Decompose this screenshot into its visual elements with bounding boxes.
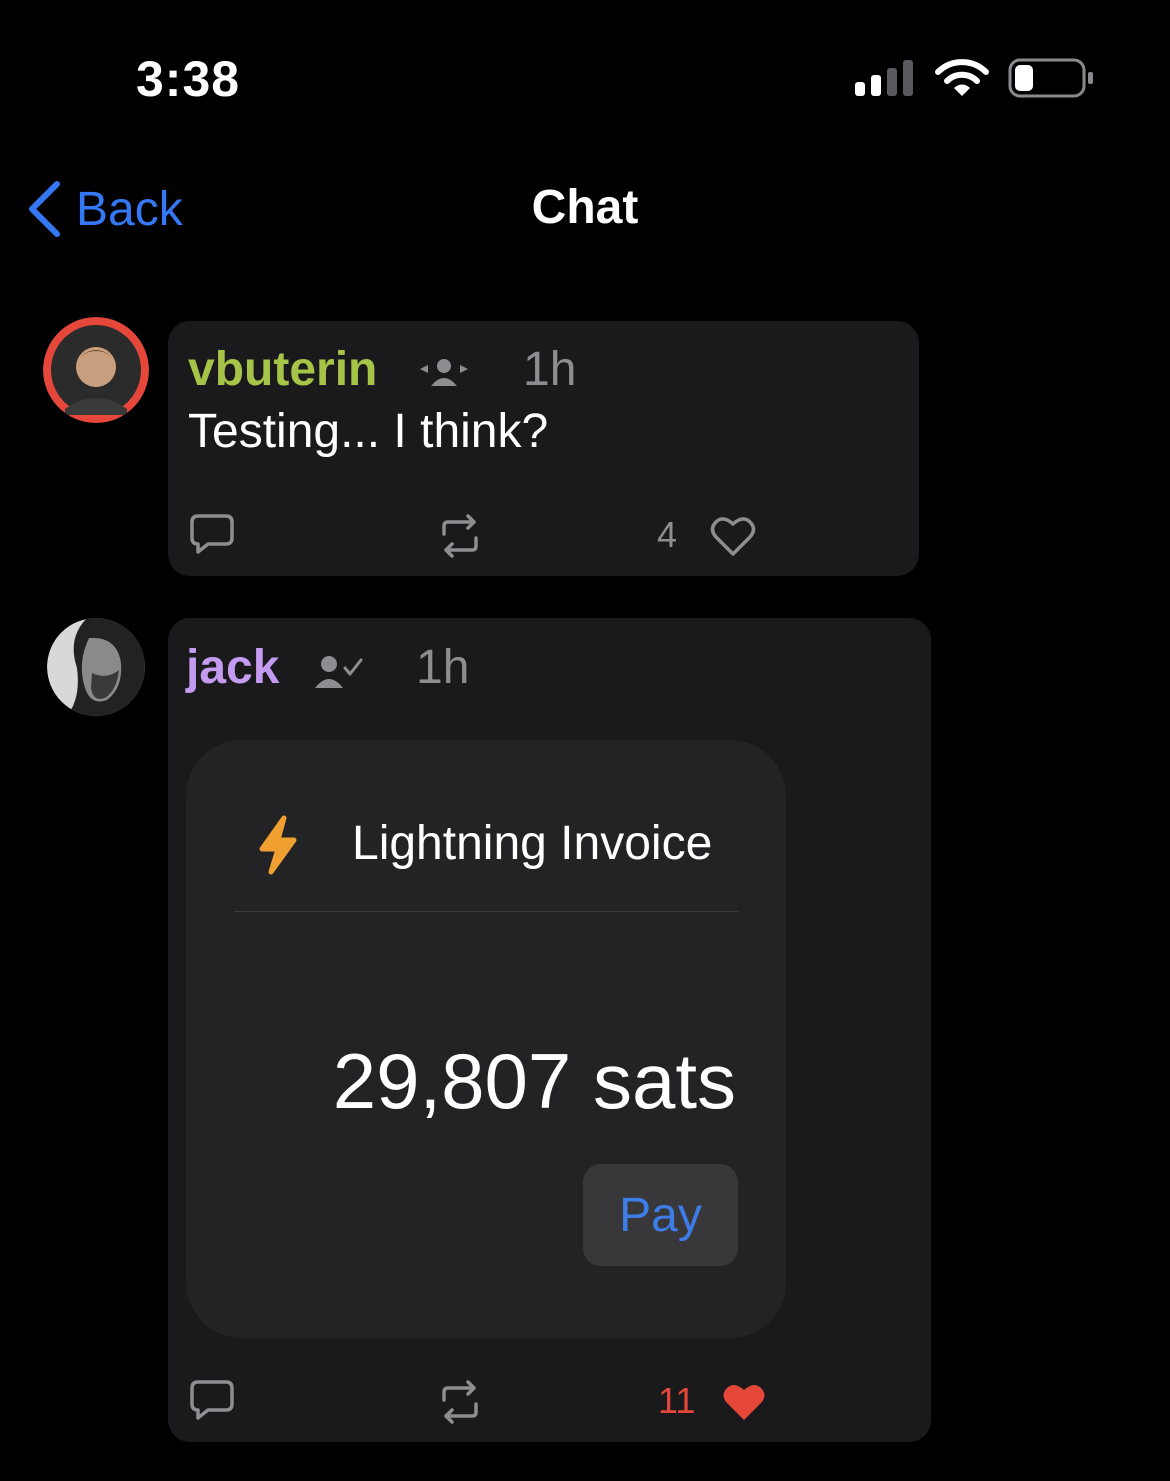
heart-icon[interactable] [709, 514, 757, 558]
repost-icon[interactable] [436, 514, 484, 558]
battery-icon [1008, 58, 1093, 98]
group-icon [420, 359, 468, 386]
wifi-icon [935, 59, 989, 96]
avatar-image [43, 317, 149, 423]
like-count: 11 [658, 1380, 696, 1421]
avatar[interactable] [47, 618, 145, 716]
message-username[interactable]: jack [186, 640, 279, 695]
message-timestamp: 1h [523, 343, 577, 396]
like-count: 4 [657, 514, 678, 555]
page-title: Chat [531, 181, 639, 234]
avatar-image [47, 618, 145, 716]
invoice-title: Lightning Invoice [352, 817, 713, 870]
invoice-amount: 29,807 sats [332, 1037, 736, 1125]
pay-label: Pay [619, 1188, 702, 1242]
pay-button[interactable]: Pay [583, 1164, 738, 1266]
avatar[interactable] [43, 317, 149, 423]
user-check-icon [315, 656, 363, 688]
divider [234, 911, 738, 912]
message-text: Testing... I think? [188, 405, 549, 458]
reply-icon[interactable] [188, 1378, 236, 1422]
message-timestamp: 1h [416, 641, 470, 694]
cellular-signal-icon [855, 60, 913, 96]
reply-icon[interactable] [188, 512, 236, 556]
message-username[interactable]: vbuterin [188, 342, 377, 397]
lightning-bolt-icon [259, 815, 297, 875]
status-time: 3:38 [136, 51, 241, 107]
repost-icon[interactable] [436, 1380, 484, 1424]
heart-filled-icon[interactable] [720, 1380, 768, 1424]
